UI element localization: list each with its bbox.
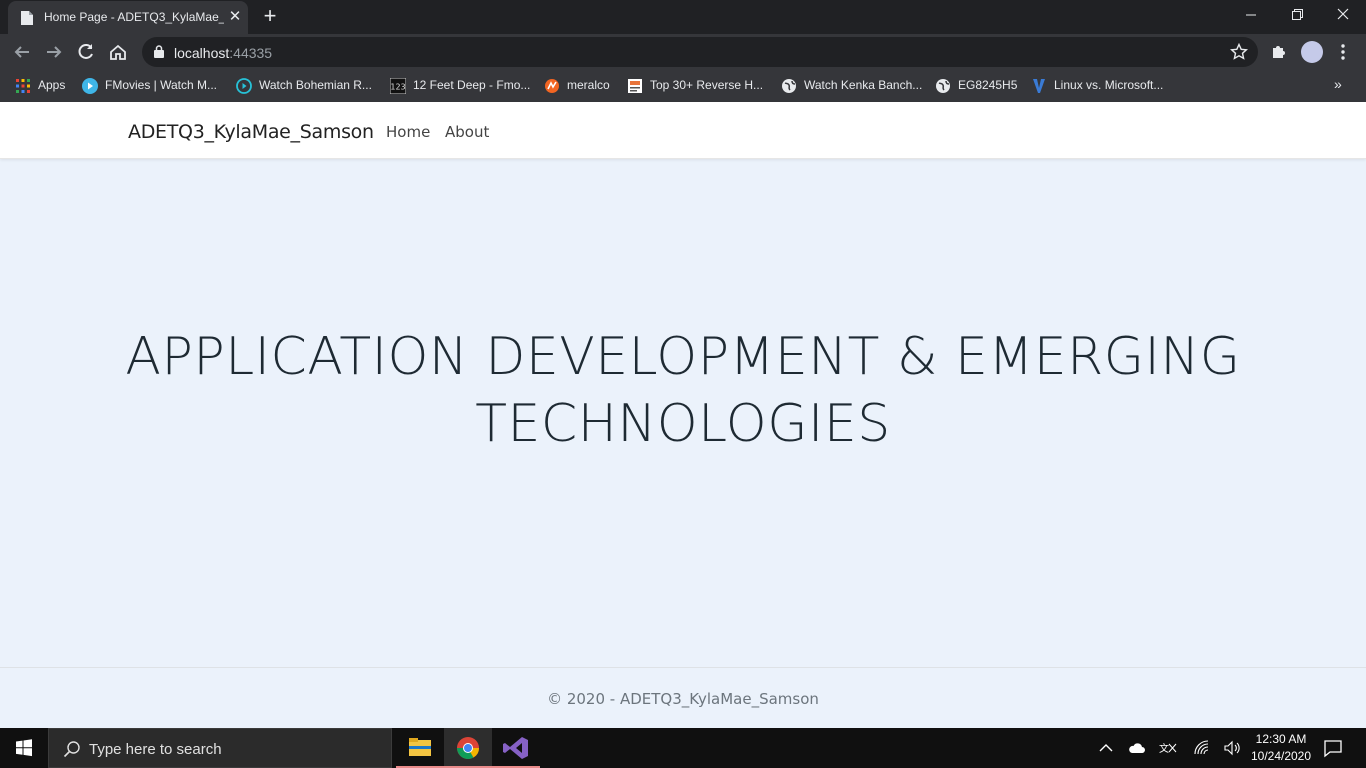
close-window-button[interactable] [1320, 0, 1366, 32]
v-icon [1033, 79, 1045, 93]
home-icon[interactable] [105, 39, 131, 65]
search-icon [63, 741, 80, 758]
site-navbar: ADETQ3_KylaMae_Samson Home About [0, 102, 1366, 159]
bookmark-12-feet-deep[interactable]: 123 12 Feet Deep - Fmo... [390, 76, 530, 96]
bookmark-linux-vs-microsoft[interactable]: Linux vs. Microsoft... [1031, 76, 1171, 96]
globe-icon [782, 79, 796, 93]
bookmark-fmovies[interactable]: FMovies | Watch M... [82, 76, 222, 96]
more-menu-icon[interactable] [1336, 42, 1350, 62]
close-icon [1337, 8, 1349, 20]
new-tab-button[interactable]: + [258, 5, 282, 29]
clock-time: 12:30 AM [1255, 732, 1307, 746]
tab-close-icon[interactable]: ✕ [226, 8, 244, 26]
extensions-puzzle-icon[interactable] [1270, 42, 1288, 60]
hero-heading-line-2: TECHNOLOGIES [475, 394, 891, 454]
bookmark-bohemian[interactable]: Watch Bohemian R... [236, 76, 376, 96]
lock-icon[interactable] [154, 45, 164, 58]
browser-toolbar: localhost:44335 [0, 34, 1366, 70]
wifi-icon[interactable] [1192, 738, 1212, 758]
windows-taskbar: Type here to search 文 12:30 AM 10/24/202… [0, 728, 1366, 768]
nav-about-link[interactable]: About [445, 123, 489, 141]
hero-heading: APPLICATION DEVELOPMENT & EMERGING TECHN… [100, 324, 1266, 458]
visual-studio-icon [503, 737, 528, 759]
play-circle-icon [236, 78, 252, 94]
123-icon: 123 [390, 78, 406, 94]
page-favicon-icon [21, 11, 33, 25]
chevron-up-icon[interactable] [1096, 738, 1116, 758]
forward-icon[interactable] [41, 39, 67, 65]
page-viewport: ADETQ3_KylaMae_Samson Home About APPLICA… [0, 102, 1366, 728]
taskbar-file-explorer[interactable] [396, 728, 444, 768]
bookmarks-bar: Apps FMovies | Watch M... Watch Bohemian… [0, 70, 1366, 102]
back-icon[interactable] [9, 39, 35, 65]
bookmark-top-30[interactable]: Top 30+ Reverse H... [627, 76, 767, 96]
profile-avatar[interactable] [1301, 41, 1323, 63]
bookmark-star-icon[interactable] [1230, 43, 1248, 61]
taskbar-search-box[interactable]: Type here to search [48, 728, 392, 768]
meralco-icon [545, 79, 559, 93]
clock-date: 10/24/2020 [1250, 749, 1312, 763]
onedrive-cloud-icon[interactable] [1127, 738, 1147, 758]
folder-icon [409, 738, 431, 756]
tab-title: Home Page - ADETQ3_KylaMae_S [44, 10, 224, 24]
bookmark-apps[interactable]: Apps [15, 76, 75, 96]
minimize-icon [1246, 14, 1256, 16]
browser-tab[interactable]: Home Page - ADETQ3_KylaMae_S ✕ [8, 1, 248, 34]
play-icon [82, 78, 98, 94]
bookmark-kenka-banchou[interactable]: Watch Kenka Banch... [781, 76, 922, 96]
taskbar-chrome[interactable] [444, 728, 492, 768]
address-bar[interactable]: localhost:44335 [142, 37, 1258, 67]
url-text: localhost:44335 [174, 45, 273, 61]
svg-text:文: 文 [1159, 742, 1169, 755]
bookmark-eg8245h5[interactable]: EG8245H5 [935, 76, 1020, 96]
restore-button[interactable] [1274, 0, 1320, 32]
nav-home-link[interactable]: Home [386, 123, 430, 141]
svg-text:123: 123 [390, 83, 405, 92]
apps-grid-icon [16, 79, 30, 93]
bookmark-meralco[interactable]: meralco [544, 76, 614, 96]
bookmarks-overflow-icon[interactable]: » [1334, 76, 1342, 92]
footer-copyright: © 2020 - ADETQ3_KylaMae_Samson [547, 690, 819, 708]
minimize-button[interactable] [1228, 0, 1274, 32]
site-footer: © 2020 - ADETQ3_KylaMae_Samson [0, 667, 1366, 728]
chrome-icon [457, 737, 479, 759]
windows-start-icon[interactable] [0, 728, 48, 768]
taskbar-clock[interactable]: 12:30 AM 10/24/2020 [1244, 731, 1318, 765]
hero-heading-line-1: APPLICATION DEVELOPMENT & EMERGING [125, 327, 1241, 387]
taskbar-visual-studio[interactable] [492, 728, 540, 768]
notifications-icon[interactable] [1322, 737, 1344, 759]
reload-icon[interactable] [73, 39, 99, 65]
restore-icon [1292, 9, 1303, 20]
browser-tab-strip: Home Page - ADETQ3_KylaMae_S ✕ + [0, 0, 1366, 34]
search-placeholder: Type here to search [89, 741, 222, 758]
globe-icon [936, 79, 950, 93]
volume-icon[interactable] [1222, 738, 1242, 758]
site-brand-link[interactable]: ADETQ3_KylaMae_Samson [128, 121, 374, 143]
input-language-icon[interactable]: 文 [1158, 738, 1178, 758]
page-icon [628, 79, 642, 93]
